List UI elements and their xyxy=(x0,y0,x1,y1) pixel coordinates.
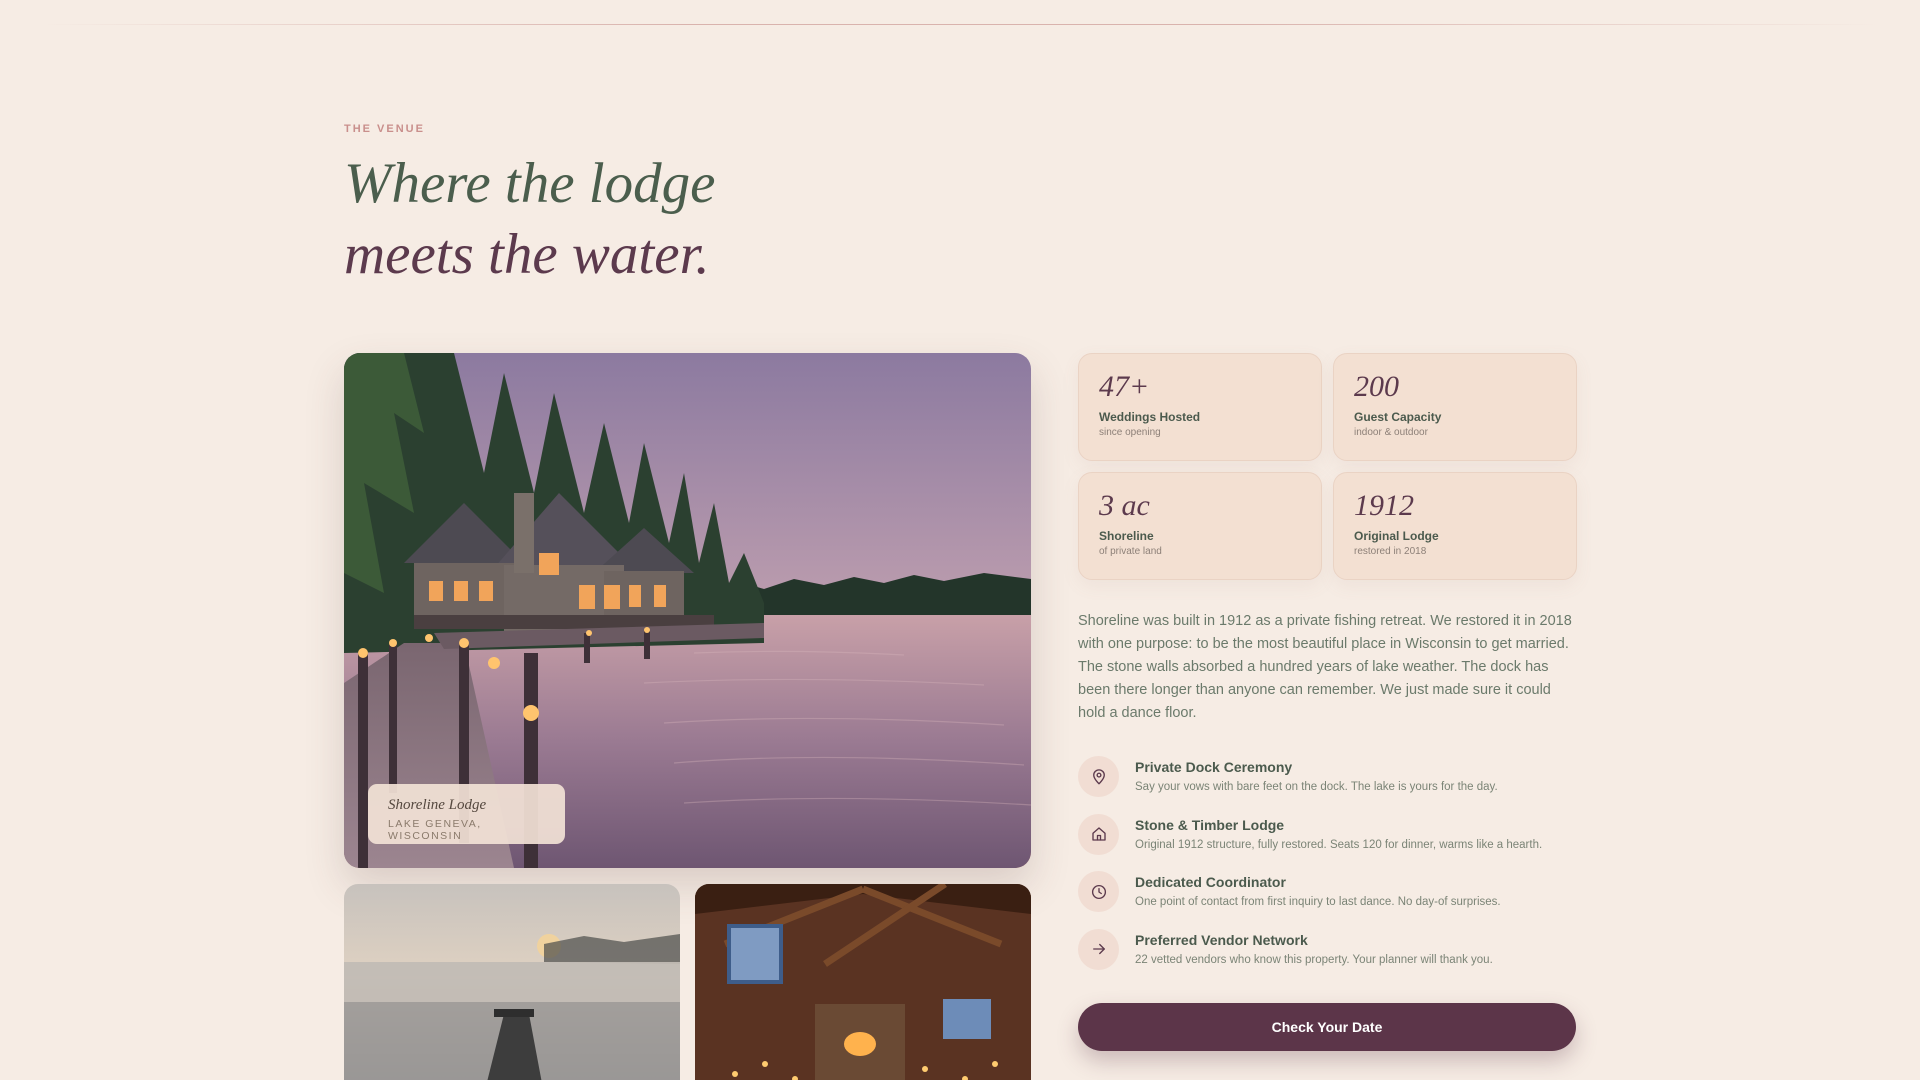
stat-sublabel: restored in 2018 xyxy=(1354,546,1427,557)
feature-title: Private Dock Ceremony xyxy=(1135,759,1293,775)
headline-line-2: meets the water. xyxy=(344,223,710,286)
stat-card-weddings: 47+ Weddings Hosted since opening xyxy=(1078,353,1322,461)
feature-item-vendors: Preferred Vendor Network 22 vetted vendo… xyxy=(1078,928,1588,986)
lodge-interior-thumbnail xyxy=(695,884,1031,1080)
feature-text: Original 1912 structure, fully restored.… xyxy=(1135,838,1543,851)
section-eyebrow: THE VENUE xyxy=(344,123,425,135)
clock-icon xyxy=(1078,871,1119,912)
map-pin-icon xyxy=(1078,756,1119,797)
feature-title: Stone & Timber Lodge xyxy=(1135,816,1285,833)
lodge-interior-illustration xyxy=(695,884,1031,1080)
top-divider xyxy=(40,24,1880,25)
stat-card-shoreline: 3 ac Shoreline of private land xyxy=(1078,472,1322,580)
misty-dock-thumbnail xyxy=(344,884,680,1080)
venue-description: Shoreline was built in 1912 as a private… xyxy=(1078,613,1572,721)
stat-sublabel: indoor & outdoor xyxy=(1354,427,1428,438)
stat-value: 1912 xyxy=(1354,489,1414,522)
stat-value: 200 xyxy=(1354,370,1399,403)
feature-item-lodge: Stone & Timber Lodge Original 1912 struc… xyxy=(1078,813,1588,871)
feature-text: One point of contact from first inquiry … xyxy=(1135,896,1501,908)
feature-title: Dedicated Coordinator xyxy=(1135,874,1286,890)
check-your-date-button[interactable]: Check Your Date xyxy=(1078,1003,1576,1051)
hero-lodge-image: Shoreline Lodge LAKE GENEVA, WISCONSIN xyxy=(344,353,1031,868)
feature-item-dock: Private Dock Ceremony Say your vows with… xyxy=(1078,755,1588,813)
feature-text: 22 vetted vendors who know this property… xyxy=(1135,953,1493,966)
venue-location: LAKE GENEVA, WISCONSIN xyxy=(388,818,482,842)
stat-value: 3 ac xyxy=(1099,489,1150,522)
hero-caption: Shoreline Lodge LAKE GENEVA, WISCONSIN xyxy=(368,784,565,844)
stat-value: 47+ xyxy=(1099,370,1150,403)
stat-label: Guest Capacity xyxy=(1354,410,1442,424)
stat-label: Original Lodge xyxy=(1354,529,1439,543)
misty-dock-illustration xyxy=(344,884,680,1080)
feature-title: Preferred Vendor Network xyxy=(1135,931,1308,948)
feature-text: Say your vows with bare feet on the dock… xyxy=(1135,781,1498,793)
section-headline: Where the lodge meets the water. xyxy=(344,148,715,290)
venue-name: Shoreline Lodge xyxy=(388,797,487,813)
feature-item-coordinator: Dedicated Coordinator One point of conta… xyxy=(1078,870,1588,928)
arrow-right-icon xyxy=(1078,928,1119,970)
stat-sublabel: since opening xyxy=(1099,427,1161,438)
stat-card-capacity: 200 Guest Capacity indoor & outdoor xyxy=(1333,353,1577,461)
home-icon xyxy=(1078,813,1119,855)
stat-label: Shoreline xyxy=(1099,529,1154,543)
stat-card-original-lodge: 1912 Original Lodge restored in 2018 xyxy=(1333,472,1577,580)
feature-list: Private Dock Ceremony Say your vows with… xyxy=(1078,755,1588,985)
stat-label: Weddings Hosted xyxy=(1099,410,1201,424)
stat-sublabel: of private land xyxy=(1099,546,1162,557)
headline-line-1: Where the lodge xyxy=(344,152,716,215)
